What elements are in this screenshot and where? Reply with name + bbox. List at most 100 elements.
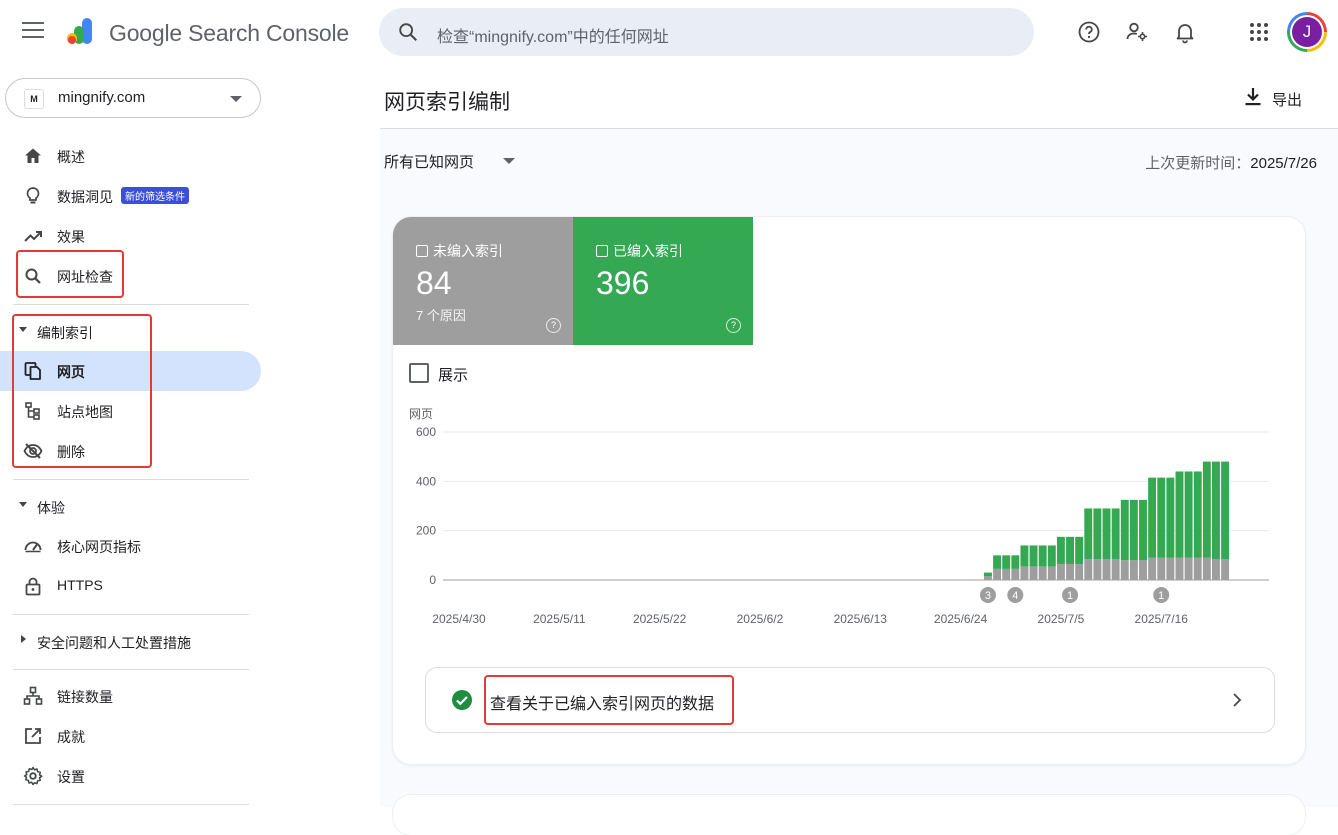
annotation-highlight-url-inspection <box>16 250 124 298</box>
bar-not-indexed <box>1221 559 1230 580</box>
last-updated: 上次更新时间：2025/7/26 <box>1145 152 1317 173</box>
sidebar-item-label: HTTPS <box>57 577 103 593</box>
home-icon <box>25 148 41 163</box>
bar-indexed <box>1002 555 1011 569</box>
main-menu-icon[interactable] <box>22 22 44 40</box>
url-inspection-search[interactable]: 检查“mingnify.com”中的任何网址 <box>379 8 1034 56</box>
bar-not-indexed <box>1166 557 1175 580</box>
page-filter-dropdown[interactable]: 所有已知网页 <box>384 151 515 173</box>
bar-not-indexed <box>1175 557 1184 580</box>
bar-indexed <box>1184 471 1193 558</box>
next-card <box>393 795 1305 835</box>
not-indexed-reasons: 7 个原因 <box>416 308 466 323</box>
export-label: 导出 <box>1272 92 1303 109</box>
bar-not-indexed <box>1157 557 1166 580</box>
bar-indexed <box>1075 536 1084 564</box>
bar-indexed <box>1093 508 1102 560</box>
annotation-highlight-view-data <box>484 675 734 725</box>
checkbox-checked-icon[interactable] <box>596 245 608 257</box>
x-tick-label: 2025/4/30 <box>432 612 486 626</box>
app-header: Google Search Console 检查“mingnify.com”中的… <box>0 0 1338 64</box>
speed-gauge-icon <box>24 541 42 553</box>
bar-not-indexed <box>993 568 1002 580</box>
last-updated-label: 上次更新时间： <box>1145 155 1251 172</box>
lightbulb-icon <box>26 187 40 204</box>
annotation-label: 4 <box>1012 590 1018 602</box>
search-console-logo <box>67 18 92 44</box>
indexed-tile[interactable]: 已编入索引 396 ? <box>573 217 753 345</box>
annotation-label: 1 <box>1067 590 1073 602</box>
open-in-new-icon <box>25 728 41 744</box>
notifications-icon[interactable] <box>1173 20 1197 44</box>
annotation-label: 3 <box>985 590 991 602</box>
sidebar-item-links[interactable]: 链接数量 <box>0 676 262 716</box>
chevron-down-icon <box>230 96 242 102</box>
apps-grid-icon[interactable] <box>1247 20 1271 44</box>
bar-indexed <box>1193 471 1202 558</box>
bar-not-indexed <box>1193 557 1202 580</box>
chevron-down-icon <box>503 158 515 164</box>
avatar-letter: J <box>1292 17 1322 47</box>
checkbox-checked-icon[interactable] <box>416 245 428 257</box>
bar-indexed <box>1212 461 1220 560</box>
bar-not-indexed <box>1047 566 1056 580</box>
bar-not-indexed <box>1002 568 1011 580</box>
links-network-icon <box>23 686 43 705</box>
x-tick-label: 2025/6/24 <box>934 612 988 626</box>
bar-not-indexed <box>1093 559 1102 580</box>
bar-indexed <box>1129 499 1138 561</box>
bar-indexed <box>1011 555 1020 569</box>
bar-not-indexed <box>1029 566 1038 580</box>
bar-not-indexed <box>1120 560 1129 580</box>
check-circle-icon <box>452 690 472 710</box>
bar-not-indexed <box>1148 557 1157 580</box>
sidebar-divider <box>13 669 249 670</box>
show-label: 展示 <box>438 367 469 384</box>
sidebar-item-insights[interactable]: 数据洞见 新的筛选条件 <box>0 176 262 216</box>
sidebar-section-security[interactable]: 安全问题和人工处置措施 <box>0 623 262 659</box>
bar-not-indexed <box>1139 560 1147 580</box>
lock-icon <box>25 577 41 596</box>
sidebar-item-achievements[interactable]: 成就 <box>0 716 262 756</box>
x-tick-label: 2025/6/13 <box>834 612 888 626</box>
caret-right-icon <box>21 635 26 643</box>
bar-indexed <box>984 572 992 577</box>
sidebar-section-experience[interactable]: 体验 <box>0 488 262 524</box>
x-tick-label: 2025/5/22 <box>633 612 687 626</box>
chevron-right-icon <box>1233 693 1242 707</box>
help-icon[interactable]: ? <box>546 318 561 333</box>
not-indexed-count: 84 <box>416 265 452 301</box>
help-icon[interactable] <box>1077 20 1101 44</box>
annotation-label: 1 <box>1158 590 1164 602</box>
indexing-chart: 网页 0 200 400 600 2025/4/30 2025/5/11 2025/5/22 2… <box>409 407 1269 626</box>
not-indexed-label: 未编入索引 <box>433 243 503 259</box>
help-icon[interactable]: ? <box>726 318 741 333</box>
app-brand[interactable]: Google Search Console <box>109 20 349 47</box>
bar-not-indexed <box>1184 557 1193 580</box>
sidebar-item-https[interactable]: HTTPS <box>0 566 262 606</box>
sidebar-divider <box>13 479 249 480</box>
sidebar-divider <box>13 804 249 805</box>
y-tick-label: 400 <box>416 474 436 488</box>
sidebar-item-overview[interactable]: 概述 <box>0 136 262 176</box>
sidebar-item-core-web-vitals[interactable]: 核心网页指标 <box>0 526 262 566</box>
user-settings-icon[interactable] <box>1125 20 1149 44</box>
filter-label: 所有已知网页 <box>384 154 475 171</box>
bar-indexed <box>1066 536 1074 564</box>
search-input[interactable]: 检查“mingnify.com”中的任何网址 <box>437 23 669 47</box>
property-name: mingnify.com <box>58 89 146 106</box>
bar-not-indexed <box>1056 563 1065 580</box>
bar-indexed <box>1157 477 1166 558</box>
indexing-chart-card: 未编入索引 84 7 个原因 ? 已编入索引 396 ? 展示 网页 0 200 40… <box>393 217 1305 764</box>
account-avatar[interactable]: J <box>1287 12 1327 52</box>
bar-not-indexed <box>1102 559 1111 580</box>
indexed-count: 396 <box>596 265 650 301</box>
bar-not-indexed <box>1212 559 1220 580</box>
trending-up-icon <box>24 231 42 242</box>
not-indexed-tile[interactable]: 未编入索引 84 7 个原因 ? <box>393 217 573 345</box>
property-selector[interactable]: M mingnify.com <box>5 78 261 118</box>
bar-indexed <box>1102 508 1111 560</box>
sidebar-item-label: 设置 <box>57 769 85 785</box>
checkbox-unchecked[interactable] <box>409 363 429 383</box>
sidebar-item-settings[interactable]: 设置 <box>0 756 262 796</box>
